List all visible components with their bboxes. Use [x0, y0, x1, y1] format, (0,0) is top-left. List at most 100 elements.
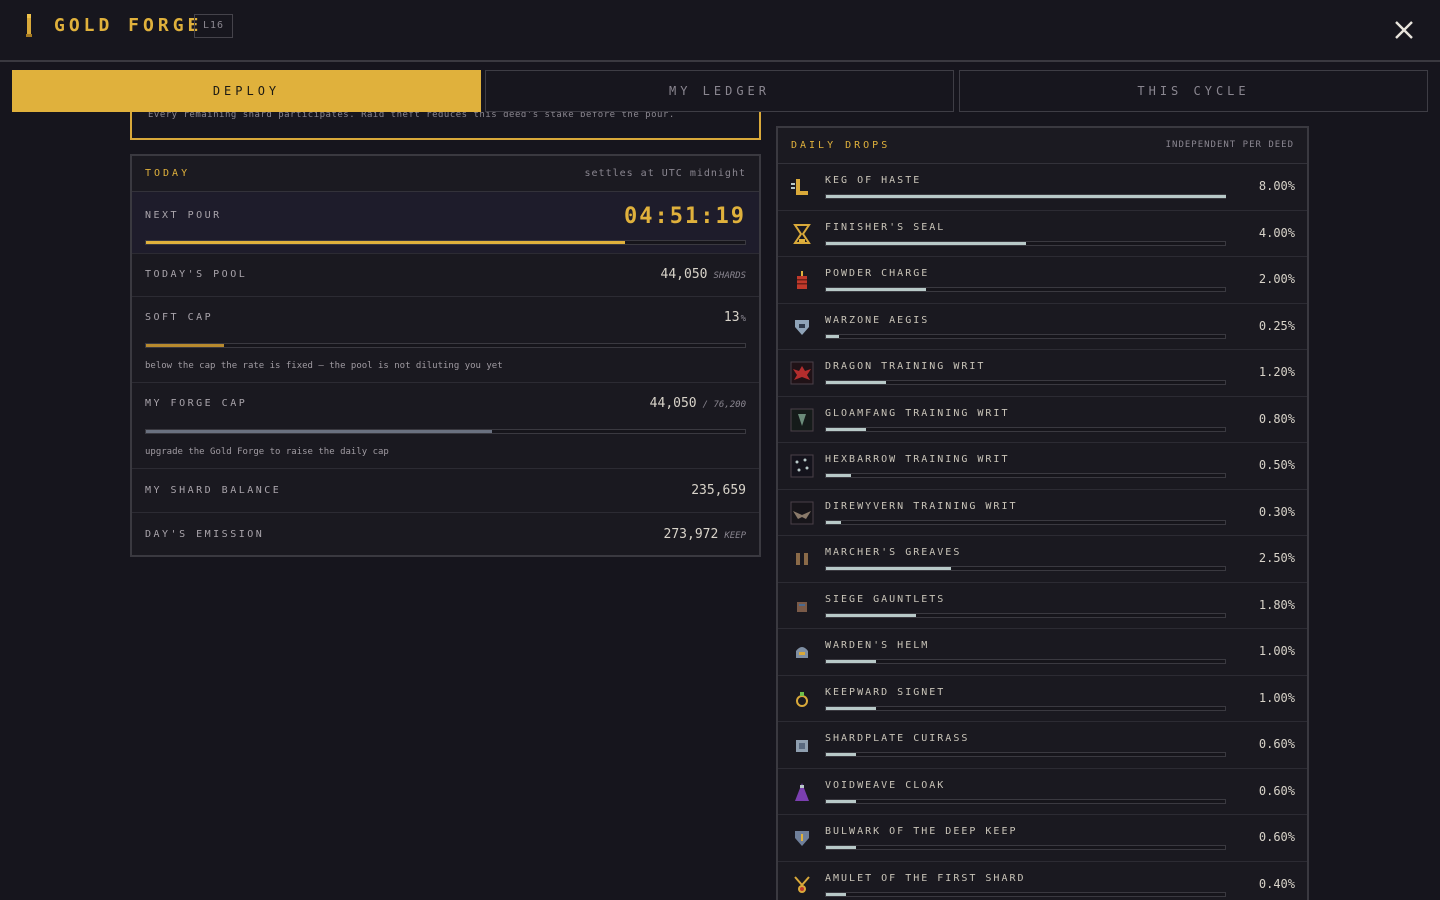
- drop-bar-fill: [826, 753, 856, 756]
- greaves-icon: [796, 553, 808, 565]
- forge-cap-row: MY FORGE CAP 44,050 / 76,200 upgrade the …: [132, 383, 759, 469]
- cuirass-icon: [796, 740, 808, 752]
- drop-bar: [825, 845, 1226, 850]
- soft-cap-unit: %: [740, 314, 746, 324]
- soft-cap-bar-fill: [146, 344, 224, 347]
- drop-percent: 0.60%: [1258, 830, 1295, 844]
- drop-bar-fill: [826, 474, 851, 477]
- emission-unit: KEEP: [724, 531, 746, 541]
- next-pour-row: NEXT POUR 04:51:19: [132, 192, 759, 254]
- drop-bar-fill: [826, 660, 876, 663]
- drop-name: FINISHER'S SEAL: [825, 221, 946, 233]
- next-pour-countdown: 04:51:19: [624, 204, 746, 229]
- drop-row: BULWARK OF THE DEEP KEEP 0.60%: [778, 815, 1307, 862]
- soft-cap-amount: 13: [723, 310, 740, 325]
- drop-name: SIEGE GAUNTLETS: [825, 593, 946, 605]
- tab-my-ledger[interactable]: MY LEDGER: [485, 70, 954, 112]
- drop-percent: 0.30%: [1258, 504, 1295, 519]
- drop-bar-fill: [826, 334, 839, 338]
- shard-balance-row: MY SHARD BALANCE 235,659: [132, 469, 759, 513]
- drop-bar-fill: [826, 195, 1226, 198]
- drop-bar-fill: [826, 613, 916, 617]
- drop-bar: [825, 659, 1226, 664]
- forge-cap-amount: 44,050: [649, 396, 697, 411]
- drop-bar: [825, 426, 1226, 432]
- tab-this-cycle[interactable]: THIS CYCLE: [959, 70, 1428, 112]
- forge-cap-label: MY FORGE CAP: [145, 398, 248, 409]
- drop-percent: 0.80%: [1258, 411, 1295, 426]
- drop-name: BULWARK OF THE DEEP KEEP: [825, 826, 1018, 837]
- drop-bar: [825, 194, 1226, 199]
- close-icon[interactable]: [1392, 18, 1416, 42]
- drop-row: GLOAMFANG TRAINING WRIT 0.80%: [778, 397, 1307, 443]
- next-pour-label: NEXT POUR: [145, 210, 222, 221]
- soft-cap-value: 13%: [724, 310, 746, 325]
- drops-subtitle: INDEPENDENT PER DEED: [1165, 140, 1294, 150]
- todays-pool-row: TODAY'S POOL 44,050 SHARDS: [132, 254, 759, 297]
- next-pour-bar: [145, 240, 746, 245]
- drop-row: WARDEN'S HELM 1.00%: [778, 629, 1307, 676]
- drop-bar-fill: [826, 706, 876, 710]
- drop-percent: 1.00%: [1258, 690, 1295, 705]
- todays-pool-value: 44,050 SHARDS: [661, 267, 746, 282]
- drop-row: POWDER CHARGE 2.00%: [778, 257, 1307, 304]
- tab-bar: DEPLOY MY LEDGER THIS CYCLE: [12, 70, 1428, 112]
- drop-percent: 0.60%: [1258, 737, 1295, 751]
- hexbarrow-icon: [790, 454, 814, 478]
- drop-bar-fill: [826, 427, 866, 431]
- gloamfang-icon: [790, 408, 814, 431]
- drop-bar-fill: [826, 241, 1026, 245]
- drop-bar: [825, 891, 1226, 897]
- today-subtitle: settles at UTC midnight: [584, 168, 746, 179]
- drop-bar-fill: [826, 288, 926, 291]
- todays-pool-amount: 44,050: [660, 267, 708, 282]
- daily-drops-panel: DAILY DROPS INDEPENDENT PER DEED KEG OF …: [776, 126, 1309, 900]
- emission-label: DAY'S EMISSION: [145, 529, 265, 540]
- drop-percent: 1.80%: [1258, 597, 1295, 612]
- drop-bar-fill: [826, 567, 951, 570]
- forge-cap-max: / 76,200: [702, 400, 746, 410]
- drop-bar: [825, 798, 1226, 804]
- today-panel: TODAY settles at UTC midnight NEXT POUR …: [130, 154, 761, 557]
- page-title: GOLD FORGE: [54, 15, 203, 36]
- drop-bar-fill: [826, 520, 841, 524]
- drop-bar: [825, 566, 1226, 571]
- drop-percent: 1.20%: [1258, 365, 1295, 379]
- gauntlets-icon: [797, 601, 807, 612]
- drop-bar: [825, 612, 1226, 618]
- soft-cap-note: below the cap the rate is fixed — the po…: [145, 361, 503, 371]
- shard-balance-label: MY SHARD BALANCE: [145, 485, 282, 496]
- drop-row: DIREWYVERN TRAINING WRIT 0.30%: [778, 490, 1307, 536]
- drop-percent: 0.40%: [1258, 876, 1295, 891]
- drop-name: POWDER CHARGE: [825, 268, 930, 279]
- drop-percent: 0.25%: [1258, 318, 1295, 333]
- drop-percent: 1.00%: [1258, 644, 1295, 658]
- tab-deploy[interactable]: DEPLOY: [12, 70, 481, 112]
- drop-row: SHARDPLATE CUIRASS 0.60%: [778, 722, 1307, 769]
- drop-bar: [825, 380, 1226, 385]
- drop-name: VOIDWEAVE CLOAK: [825, 779, 946, 791]
- keg-icon: [791, 179, 808, 195]
- drop-name: MARCHER'S GREAVES: [825, 547, 962, 558]
- todays-pool-unit: SHARDS: [713, 271, 746, 281]
- soft-cap-bar: [145, 343, 746, 348]
- drop-row: AMULET OF THE FIRST SHARD 0.40%: [778, 862, 1307, 900]
- today-title: TODAY: [145, 168, 191, 179]
- drop-bar-fill: [826, 381, 886, 384]
- candle-icon: [26, 14, 32, 37]
- drop-percent: 0.60%: [1258, 783, 1295, 798]
- emission-amount: 273,972: [663, 527, 719, 542]
- wyvern-icon: [790, 501, 814, 524]
- drop-row: DRAGON TRAINING WRIT 1.20%: [778, 350, 1307, 397]
- drop-name: KEEPWARD SIGNET: [825, 686, 946, 698]
- drop-row: SIEGE GAUNTLETS 1.80%: [778, 583, 1307, 629]
- emission-value: 273,972 KEEP: [664, 527, 746, 542]
- next-pour-bar-fill: [146, 241, 626, 244]
- drop-name: WARZONE AEGIS: [825, 314, 930, 326]
- drop-name: GLOAMFANG TRAINING WRIT: [825, 407, 1010, 419]
- drops-header: DAILY DROPS INDEPENDENT PER DEED: [778, 128, 1307, 164]
- hourglass-icon: [793, 223, 811, 244]
- drop-bar: [825, 333, 1226, 339]
- drop-name: WARDEN'S HELM: [825, 640, 930, 651]
- drop-bar: [825, 519, 1226, 525]
